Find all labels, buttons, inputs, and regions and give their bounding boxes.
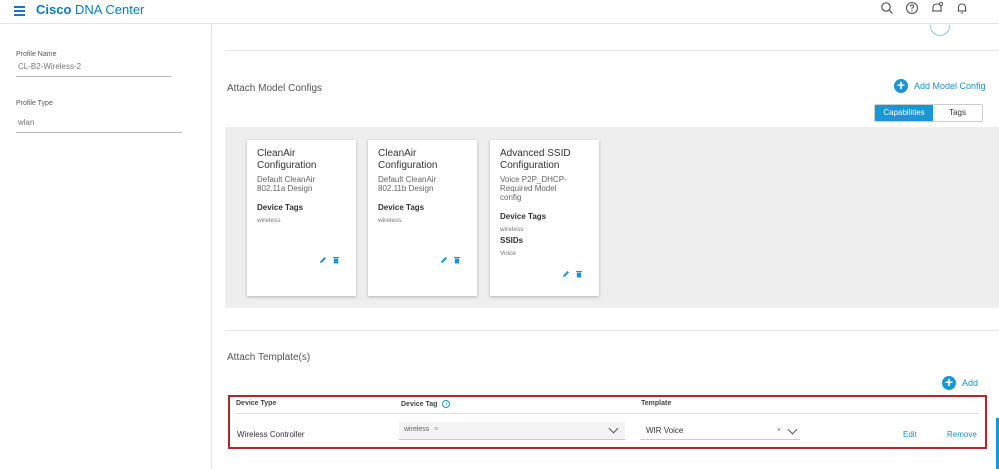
column-template: Template [641, 400, 672, 407]
search-icon[interactable] [880, 1, 894, 15]
clear-icon[interactable]: × [777, 427, 781, 434]
edit-pencil-icon[interactable] [440, 256, 448, 264]
card-device-tags-value: wireless [500, 226, 524, 233]
profile-name-field[interactable]: CL-B2-Wireless-2 [16, 62, 172, 77]
config-view-toggle: Capabilities Tags [874, 104, 983, 122]
card-device-tags-value: wireless [378, 217, 402, 224]
profile-type-label: Profile Type [16, 100, 53, 107]
templates-title: Attach Template(s) [227, 352, 311, 363]
app-brand[interactable]: Cisco DNA Center [36, 2, 144, 17]
section-divider [225, 330, 999, 331]
chevron-down-icon [787, 424, 798, 435]
plus-icon: + [942, 375, 956, 390]
add-model-config-label: Add Model Config [914, 81, 986, 91]
model-config-card: Advanced SSID Configuration Voice P2P_DHC… [490, 140, 599, 296]
device-type-cell: Wireless Controller [237, 430, 305, 439]
delete-trash-icon[interactable] [332, 256, 340, 264]
info-icon[interactable]: i [442, 400, 451, 408]
add-template-label: Add [962, 378, 979, 388]
card-title: CleanAir Configuration [378, 148, 438, 171]
delete-trash-icon[interactable] [453, 256, 461, 264]
template-value: WIR Voice [646, 426, 684, 435]
model-configs-title: Attach Model Configs [227, 83, 323, 94]
delete-trash-icon[interactable] [575, 270, 583, 278]
column-device-type: Device Type [236, 400, 277, 407]
help-icon[interactable] [905, 1, 919, 15]
model-config-card: CleanAir Configuration Default CleanAir 80… [368, 140, 477, 296]
add-circle-icon[interactable] [930, 25, 950, 36]
edit-pencil-icon[interactable] [562, 270, 570, 278]
profile-type-field[interactable]: wlan [16, 118, 182, 133]
template-select[interactable]: WIR Voice × [640, 424, 800, 440]
brand-product: DNA Center [71, 2, 145, 17]
card-device-tags-value: wireless [257, 217, 281, 224]
card-title: Advanced SSID Configuration [500, 148, 571, 171]
model-config-cards: CleanAir Configuration Default CleanAir 80… [225, 127, 999, 308]
card-device-tags-label: Device Tags [378, 203, 425, 212]
card-ssids-value: Voice [500, 250, 516, 257]
chevron-down-icon [608, 423, 619, 434]
main-content: Attach Model Configs + Add Model Config … [213, 25, 999, 469]
card-description: Default CleanAir 802.11a Design [257, 175, 316, 193]
header-divider [236, 413, 979, 414]
add-template-button[interactable]: + Add [942, 375, 979, 390]
tab-capabilities[interactable]: Capabilities [875, 105, 933, 121]
tab-tags[interactable]: Tags [933, 105, 982, 121]
tag-chip: wireless × [404, 426, 439, 433]
edit-pencil-icon[interactable] [319, 256, 327, 264]
profile-name-label: Profile Name [16, 51, 57, 58]
card-device-tags-label: Device Tags [257, 203, 304, 212]
plus-icon: + [894, 78, 908, 93]
alerts-bell-icon[interactable] [955, 1, 969, 15]
device-tag-select[interactable]: wireless × [399, 422, 625, 440]
add-model-config-button[interactable]: + Add Model Config [894, 78, 986, 93]
model-config-card: CleanAir Configuration Default CleanAir 80… [247, 140, 356, 296]
remove-link[interactable]: Remove [947, 430, 977, 439]
column-device-tag: Device Tag i [401, 400, 451, 408]
card-description: Voice P2P_DHCP- Required Model config [500, 175, 567, 202]
templates-table: Device Type Device Tag i Template Wireles… [228, 395, 987, 449]
card-description: Default CleanAir 802.11b Design [378, 175, 437, 193]
card-title: CleanAir Configuration [257, 148, 317, 171]
profile-sidebar: Profile Name CL-B2-Wireless-2 Profile Ty… [0, 25, 212, 469]
card-ssids-label: SSIDs [500, 236, 524, 245]
top-bar: Cisco DNA Center [0, 0, 999, 24]
chip-remove-icon[interactable]: × [434, 426, 438, 433]
section-divider [225, 50, 999, 51]
hamburger-menu-icon[interactable] [14, 6, 25, 16]
notifications-icon[interactable] [930, 1, 944, 15]
card-device-tags-label: Device Tags [500, 212, 547, 221]
brand-cisco: Cisco [36, 2, 72, 17]
edit-link[interactable]: Edit [903, 430, 917, 439]
